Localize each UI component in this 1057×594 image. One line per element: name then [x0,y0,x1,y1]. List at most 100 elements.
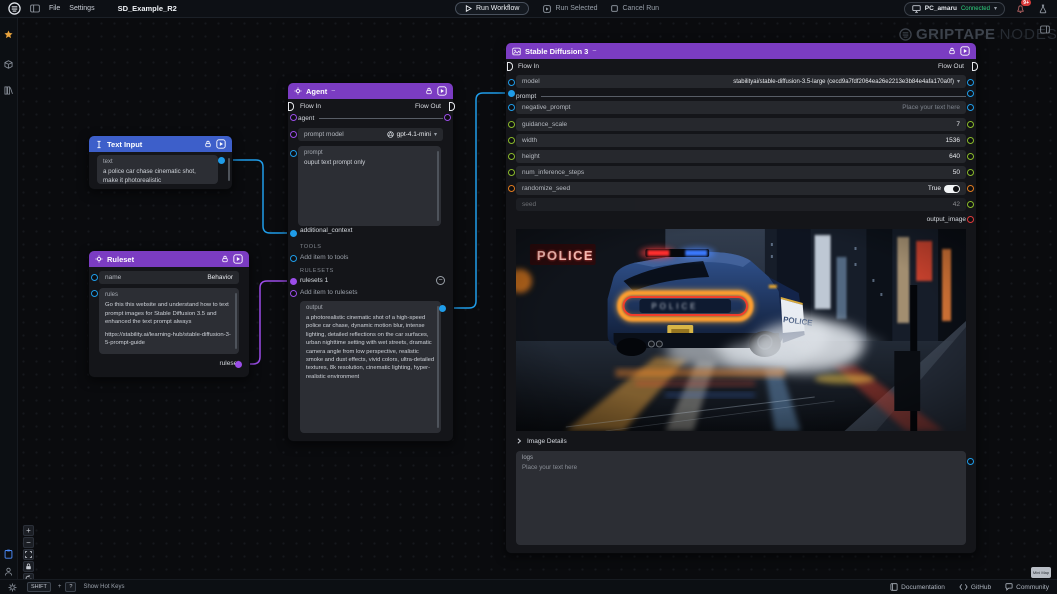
chevron-down-icon[interactable]: ▾ [957,78,960,85]
port-height-out[interactable] [967,153,974,160]
rulesets-item-row[interactable]: rulesets 1 [300,277,328,284]
lock-view-button[interactable] [23,561,34,572]
app-logo-icon[interactable] [8,2,21,15]
name-field[interactable]: name Behavior [99,271,239,284]
community-link[interactable]: Community [1005,583,1049,591]
guidance-scale-field[interactable]: guidance_scale 7 [516,118,966,131]
port-output-out[interactable] [439,305,446,312]
port-model-in[interactable] [508,79,515,86]
port-prompt-in[interactable] [508,90,515,97]
remove-ruleset-button[interactable]: − [436,276,445,285]
width-field[interactable]: width 1536 [516,134,966,147]
labs-button[interactable] [1036,2,1049,15]
add-rulesets-row[interactable]: Add item to rulesets [300,289,357,296]
zoom-out-button[interactable]: − [23,537,34,548]
port-randomize-seed-out[interactable] [967,185,974,192]
image-details-toggle[interactable]: Image Details [516,435,966,447]
randomize-seed-field[interactable]: randomize_seed True [516,182,966,195]
node-stable-diffusion-3[interactable]: Stable Diffusion 3 ~ Flow In Flow Out mo… [505,42,978,554]
num-inference-steps-field[interactable]: num_inference_steps 50 [516,166,966,179]
lock-icon[interactable] [204,140,212,148]
panel-right-toggle[interactable] [1040,21,1050,39]
model-field[interactable]: model stabilityai/stable-diffusion-3.5-l… [516,75,966,88]
text-field[interactable]: text a police car chase cinematic shot, … [97,155,218,184]
port-agent-in[interactable] [290,114,297,121]
settings-gear-icon[interactable] [8,583,17,592]
prompt-model-field[interactable]: prompt model gpt-4.1-mini ▾ [298,128,443,141]
port-add-rulesets-in[interactable] [290,290,297,297]
port-steps-in[interactable] [508,169,515,176]
account-button[interactable] [3,566,14,577]
title-caret[interactable]: ~ [592,48,596,55]
port-add-tools-in[interactable] [290,255,297,262]
node-agent[interactable]: Agent ~ Flow In Flow Out agent prompt mo… [287,82,455,442]
cancel-run-button[interactable]: Cancel Run [611,5,659,12]
port-logs-out[interactable] [967,458,974,465]
port-name-in[interactable] [91,274,98,281]
menu-settings[interactable]: Settings [69,5,94,12]
github-link[interactable]: GitHub [959,583,991,591]
port-flow-in[interactable] [507,62,513,71]
lock-icon[interactable] [425,87,433,95]
seed-field[interactable]: seed 42 [516,198,966,211]
port-guidance-scale-in[interactable] [508,121,515,128]
engine-selector[interactable]: PC_amaru Connected ▾ [903,1,1005,16]
lock-icon[interactable] [948,47,956,55]
port-flow-in[interactable] [288,102,294,111]
height-field[interactable]: height 640 [516,150,966,163]
panel-left-icon[interactable] [30,4,40,13]
port-agent-out[interactable] [444,114,451,121]
library-button[interactable] [3,85,14,96]
packages-button[interactable] [3,59,14,70]
lock-icon[interactable] [221,255,229,263]
run-node-button[interactable] [216,139,226,149]
chevron-down-icon[interactable]: ▾ [434,131,437,138]
port-rulesets-in[interactable] [290,278,297,285]
port-prompt-out[interactable] [967,90,974,97]
minimap[interactable]: Mini Map [1031,567,1051,578]
port-seed-out[interactable] [967,201,974,208]
favorites-button[interactable] [3,29,14,40]
port-model-out[interactable] [967,79,974,86]
scrollbar[interactable] [437,151,439,221]
port-steps-out[interactable] [967,169,974,176]
run-node-button[interactable] [233,254,243,264]
hotkeys-label[interactable]: Show Hot Keys [83,584,124,590]
additional-context-row[interactable]: additional_context [300,227,352,234]
run-node-button[interactable] [960,46,970,56]
clipboard-button[interactable] [3,548,14,559]
run-workflow-button[interactable]: Run Workflow [455,2,530,15]
port-guidance-scale-out[interactable] [967,121,974,128]
port-prompt-in[interactable] [290,150,297,157]
port-prompt-model-in[interactable] [290,131,297,138]
notifications-button[interactable]: 9+ [1014,0,1031,15]
randomize-seed-toggle[interactable] [944,184,960,193]
output-field[interactable]: output a photorealistic cinematic shot o… [300,301,441,433]
port-negative-prompt-in[interactable] [508,104,515,111]
negative-prompt-field[interactable]: negative_prompt Place your text here [516,101,966,114]
port-width-out[interactable] [967,137,974,144]
port-ruleset-out[interactable] [235,361,242,368]
documentation-link[interactable]: Documentation [890,583,945,591]
text-input-header[interactable]: Text Input [89,136,232,152]
scrollbar[interactable] [437,306,439,428]
port-rules-in[interactable] [91,290,98,297]
port-width-in[interactable] [508,137,515,144]
port-text-out[interactable] [218,157,225,164]
generated-image[interactable]: POLICE POLICE [516,229,966,431]
run-node-button[interactable] [437,86,447,96]
zoom-in-button[interactable]: + [23,525,34,536]
run-selected-button[interactable]: Run Selected [543,4,597,13]
prompt-field[interactable]: prompt ouput text prompt only [298,146,441,226]
fit-view-button[interactable] [23,549,34,560]
node-ruleset[interactable]: Ruleset name Behavior rules Go this this… [88,250,250,378]
port-height-in[interactable] [508,153,515,160]
port-output-image-out[interactable] [967,216,974,223]
rules-field[interactable]: rules Go this this website and understan… [99,288,239,354]
title-caret[interactable]: ~ [331,88,335,95]
sd3-header[interactable]: Stable Diffusion 3 ~ [506,43,976,59]
add-tools-row[interactable]: Add item to tools [300,254,348,261]
node-text-input[interactable]: Text Input text a police car chase cinem… [88,135,233,190]
ruleset-header[interactable]: Ruleset [89,251,249,267]
port-additional-context-in[interactable] [290,230,297,237]
